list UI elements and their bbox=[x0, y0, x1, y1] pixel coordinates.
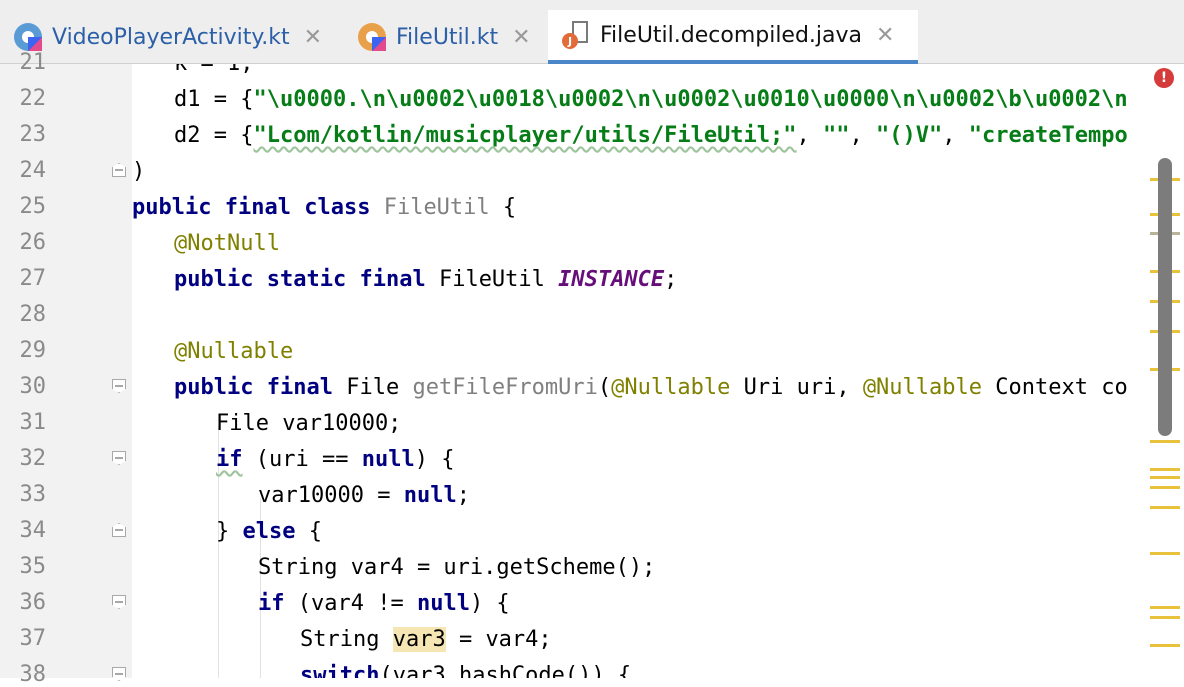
line-number: 25 bbox=[19, 194, 47, 219]
kotlin-file-icon bbox=[14, 23, 42, 51]
tab-label: FileUtil.kt bbox=[396, 24, 499, 50]
warning-marker[interactable] bbox=[1150, 616, 1180, 619]
code-line-27: public static final FileUtil INSTANCE; bbox=[174, 267, 678, 292]
line-number: 37 bbox=[19, 626, 47, 651]
warning-marker[interactable] bbox=[1150, 606, 1180, 609]
code-line-37: String var3 = var4; bbox=[300, 627, 552, 652]
editor-tab-bar: VideoPlayerActivity.kt ✕ FileUtil.kt ✕ J… bbox=[0, 0, 1184, 64]
line-number: 31 bbox=[19, 410, 47, 435]
code-line-31: File var10000; bbox=[216, 411, 402, 436]
close-tab-icon[interactable]: ✕ bbox=[304, 25, 322, 50]
keyword: final bbox=[224, 195, 291, 220]
close-tab-icon[interactable]: ✕ bbox=[512, 25, 530, 50]
code-line-21: k = 1, bbox=[174, 64, 253, 82]
warning-marker[interactable] bbox=[1150, 506, 1180, 509]
line-number: 36 bbox=[19, 590, 47, 615]
annotation: @Nullable bbox=[174, 339, 294, 364]
warning-marker[interactable] bbox=[1150, 486, 1180, 489]
code-line-24: ) bbox=[132, 159, 146, 184]
warning-marker[interactable] bbox=[1150, 552, 1180, 555]
tab-fileutil-kt[interactable]: FileUtil.kt ✕ bbox=[358, 10, 531, 64]
line-number: 22 bbox=[19, 86, 47, 111]
code-text: k = 1, bbox=[174, 64, 253, 76]
close-tab-icon[interactable]: ✕ bbox=[876, 23, 894, 48]
code-line-23: d2 = {"Lcom/kotlin/musicplayer/utils/Fil… bbox=[174, 123, 1128, 148]
code-text: d1 = { bbox=[174, 87, 254, 112]
code-line-25: public final class FileUtil { bbox=[132, 195, 517, 220]
fold-end-icon[interactable] bbox=[112, 523, 126, 537]
code-line-34: } else { bbox=[216, 519, 322, 544]
keyword: class bbox=[304, 195, 371, 220]
warning-marker[interactable] bbox=[1150, 644, 1180, 647]
line-number: 24 bbox=[19, 158, 47, 183]
class-name: FileUtil bbox=[383, 195, 490, 220]
fold-start-icon[interactable] bbox=[112, 379, 126, 393]
code-editor[interactable]: k = 1, d1 = {"\u0000.\n\u0002\u0018\u000… bbox=[132, 64, 1142, 678]
annotation: @NotNull bbox=[174, 231, 280, 256]
tab-label: VideoPlayerActivity.kt bbox=[52, 24, 290, 50]
fold-start-icon[interactable] bbox=[112, 667, 126, 681]
code-line-22: d1 = {"\u0000.\n\u0002\u0018\u0002\n\u00… bbox=[174, 82, 1128, 118]
line-number: 29 bbox=[19, 338, 47, 363]
string-literal: "\u0000.\n\u0002\u0018\u0002\n\u0002\u00… bbox=[253, 87, 1128, 112]
kotlin-file-icon bbox=[358, 23, 386, 51]
warning-marker[interactable] bbox=[1150, 476, 1180, 479]
line-number: 33 bbox=[19, 482, 47, 507]
line-number-gutter[interactable]: 21 22 23 24 25 26 27 28 29 30 31 32 33 3… bbox=[0, 50, 132, 687]
highlighted-identifier: var3 bbox=[392, 627, 446, 652]
code-line-32: if (uri == null) { bbox=[216, 447, 455, 472]
method-name: getFileFromUri bbox=[412, 375, 598, 400]
java-decompiled-file-icon: J bbox=[562, 21, 590, 49]
code-text: d2 = { bbox=[174, 123, 254, 148]
code-line-30: public final File getFileFromUri(@Nullab… bbox=[174, 375, 1128, 400]
string-literal: "" bbox=[823, 123, 850, 148]
tab-fileutil-decompiled-java[interactable]: J FileUtil.decompiled.java ✕ bbox=[548, 10, 918, 64]
fold-end-icon[interactable] bbox=[112, 163, 126, 177]
fold-start-icon[interactable] bbox=[112, 451, 126, 465]
string-literal: "()V" bbox=[876, 123, 943, 148]
code-line-33: var10000 = null; bbox=[258, 483, 470, 508]
line-number: 30 bbox=[19, 374, 47, 399]
tab-label: FileUtil.decompiled.java bbox=[600, 22, 863, 48]
keyword: public bbox=[132, 195, 212, 220]
line-number: 23 bbox=[19, 122, 47, 147]
code-line-38: switch(var3.hashCode()) { bbox=[300, 663, 632, 678]
warning-marker[interactable] bbox=[1150, 440, 1180, 443]
code-line-35: String var4 = uri.getScheme(); bbox=[258, 555, 656, 580]
code-line-26: @NotNull bbox=[174, 226, 280, 262]
tab-videoplayeractivity-kt[interactable]: VideoPlayerActivity.kt ✕ bbox=[14, 10, 322, 64]
line-number: 34 bbox=[19, 518, 47, 543]
line-number: 26 bbox=[19, 230, 47, 255]
line-number: 28 bbox=[19, 302, 47, 327]
scrollbar-thumb[interactable] bbox=[1158, 158, 1172, 436]
string-literal: "createTempo bbox=[968, 123, 1128, 148]
code-line-29: @Nullable bbox=[174, 334, 293, 370]
line-number: 21 bbox=[19, 50, 47, 75]
line-number: 35 bbox=[19, 554, 47, 579]
fold-start-icon[interactable] bbox=[112, 595, 126, 609]
line-number: 32 bbox=[19, 446, 47, 471]
static-field: INSTANCE bbox=[558, 267, 665, 292]
line-number: 38 bbox=[19, 662, 47, 687]
warning-marker[interactable] bbox=[1150, 468, 1180, 471]
line-number: 27 bbox=[19, 266, 47, 291]
string-literal: "Lcom/kotlin/musicplayer/utils/FileUtil;… bbox=[253, 123, 797, 148]
code-line-36: if (var4 != null) { bbox=[258, 591, 510, 616]
